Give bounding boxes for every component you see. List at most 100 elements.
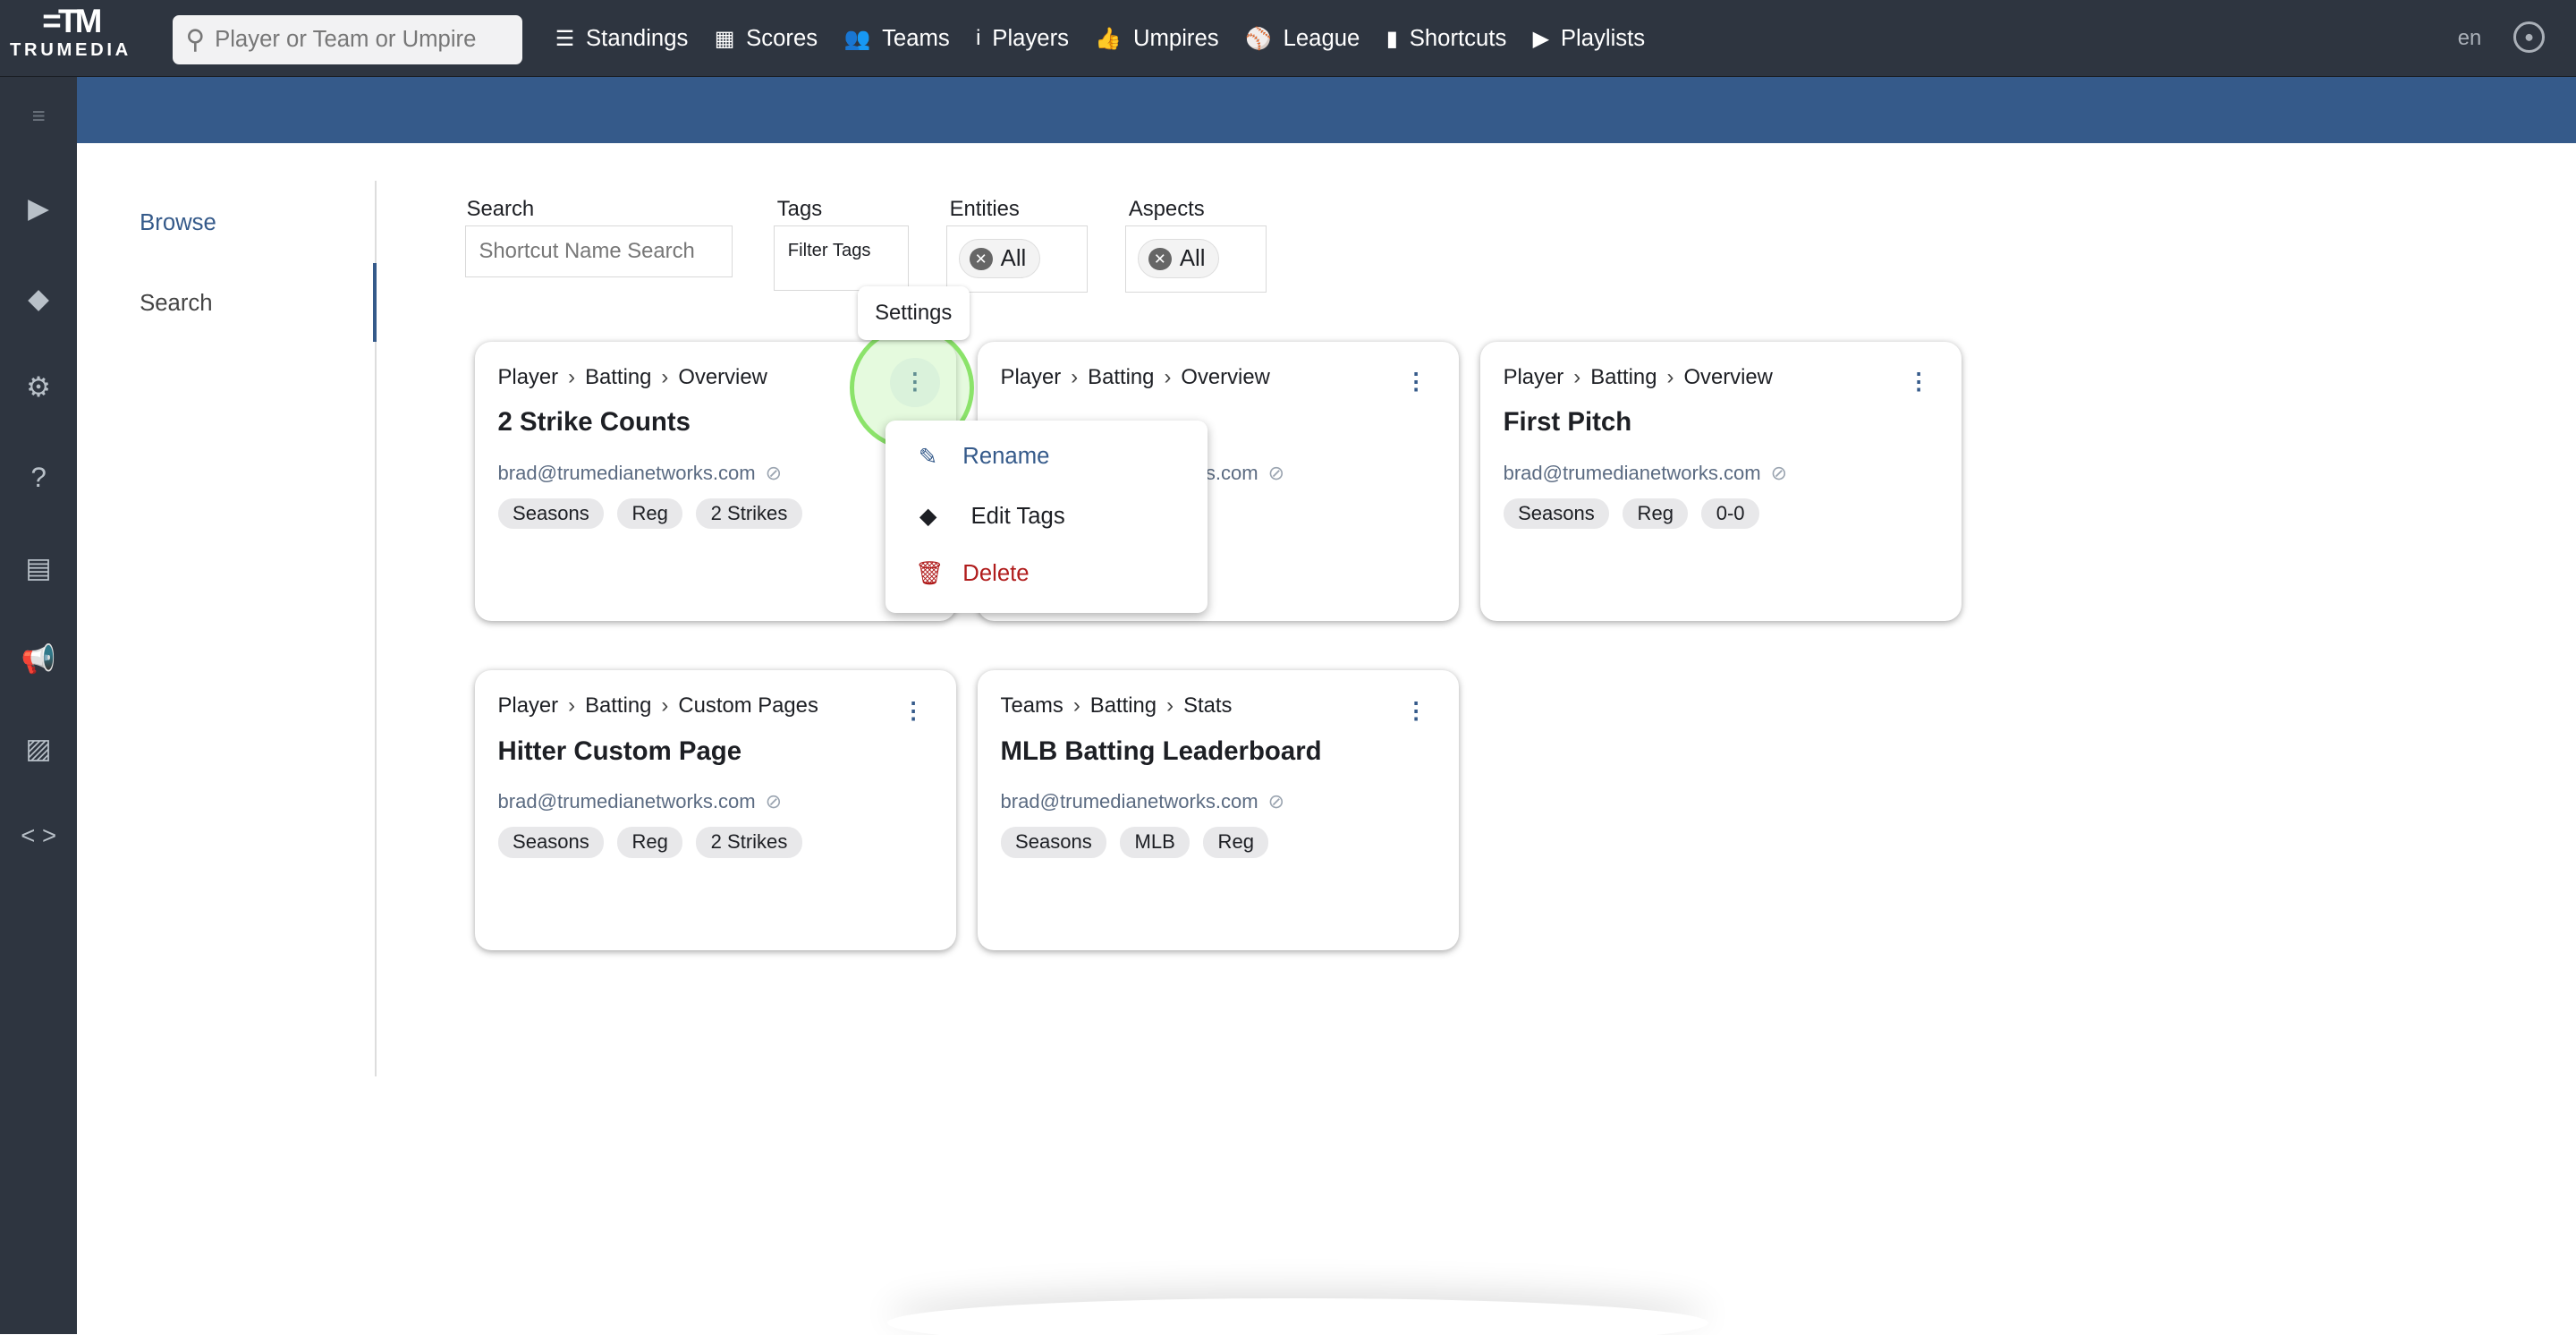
shortcut-card[interactable]: Teams › Batting › Stats ⋮ MLB Batting Leader… xyxy=(977,670,1459,950)
breadcrumb: Player › Batting › Overview xyxy=(498,365,767,390)
nav-standings[interactable]: ☰ Standings xyxy=(555,26,689,52)
settings-tooltip: Settings xyxy=(857,285,970,341)
search-icon: ⚲ xyxy=(185,24,206,55)
more-vert-icon[interactable]: ⋮ xyxy=(901,697,927,727)
clear-icon[interactable]: ✕ xyxy=(969,247,993,271)
nav-scores[interactable]: ▦ Scores xyxy=(715,26,818,52)
tag-chip: Reg xyxy=(1623,497,1689,530)
trumedia-logo[interactable]: =TM TRUMEDIA xyxy=(0,3,141,72)
chevron-right-icon: › xyxy=(1072,693,1080,719)
nav-umpires[interactable]: 👍 Umpires xyxy=(1095,26,1218,52)
eye-off-icon: ⊘ xyxy=(1770,462,1788,485)
eye-off-icon: ⊘ xyxy=(765,790,783,813)
card-owner: brad@trumedianetworks.com ⊘ xyxy=(498,790,783,813)
nav-playlists[interactable]: ▶ Playlists xyxy=(1533,26,1645,52)
aspects-select[interactable]: ✕ All xyxy=(1125,225,1267,293)
breadcrumb-item: Custom Pages xyxy=(678,693,818,719)
video-library-icon[interactable]: ▶ xyxy=(0,192,77,225)
menu-item-edit-tags[interactable]: ◆ Edit Tags xyxy=(915,503,1065,530)
menu-item-delete[interactable]: 🗑 Delete xyxy=(915,560,1030,587)
tag-chip: Seasons xyxy=(497,497,605,530)
top-nav: =TM TRUMEDIA ⚲ Player or Team or Umpire … xyxy=(0,0,2576,78)
tag-chip: 2 Strikes xyxy=(696,826,802,858)
breadcrumb-item: Player xyxy=(497,364,559,389)
shortcut-card[interactable]: Player › Batting › Custom Pages ⋮ Hitter Cus… xyxy=(474,670,956,950)
card-title[interactable]: MLB Batting Leaderboard xyxy=(1001,736,1322,767)
clear-icon[interactable]: ✕ xyxy=(1148,247,1172,271)
tag-chip: Seasons xyxy=(1503,497,1610,530)
card-settings-menu: ✎ Rename ◆ Edit Tags 🗑 Delete xyxy=(885,421,1208,614)
breadcrumb-item: Player xyxy=(1503,364,1564,389)
tag-list: Seasons Reg 2 Strikes xyxy=(497,826,802,858)
table-icon: ☰ xyxy=(555,26,575,51)
filter-icon[interactable]: ≡ xyxy=(0,104,77,130)
subnav-search[interactable]: Search xyxy=(140,291,212,317)
tags-icon[interactable]: ◆ xyxy=(0,283,77,315)
account-icon[interactable]: ● xyxy=(2513,21,2546,53)
chevron-right-icon: › xyxy=(1071,364,1079,389)
tag-chip: MLB xyxy=(1120,826,1191,858)
shortcut-search-input[interactable]: Shortcut Name Search xyxy=(464,225,733,278)
breadcrumb-item: Stats xyxy=(1183,693,1233,719)
baseballs-icon: ⚾ xyxy=(1245,26,1272,51)
owner-email: brad@trumedianetworks.com xyxy=(1000,790,1258,813)
entities-select[interactable]: ✕ All xyxy=(945,225,1088,293)
person-icon: i xyxy=(976,26,981,51)
playlist-icon: ▶ xyxy=(1532,26,1550,51)
card-title[interactable]: Hitter Custom Page xyxy=(498,736,742,767)
nav-label: Scores xyxy=(746,25,818,51)
eye-off-icon: ⊘ xyxy=(765,462,783,485)
more-vert-icon[interactable]: ⋮ xyxy=(1403,368,1429,397)
subnav-browse[interactable]: Browse xyxy=(140,210,216,236)
left-sidebar: ≡ ▶ ◆ ⚙ ? ▤ 📢 ▨ < > xyxy=(0,77,78,1335)
nav-teams[interactable]: 👥 Teams xyxy=(844,26,950,52)
card-title[interactable]: First Pitch xyxy=(1504,407,1632,438)
image-library-icon[interactable]: ▨ xyxy=(0,733,77,765)
breadcrumb-item: Batting xyxy=(585,693,652,719)
header-band xyxy=(77,77,2576,143)
nav-players[interactable]: i Players xyxy=(976,26,1069,52)
entities-chip[interactable]: ✕ All xyxy=(958,239,1040,279)
card-title[interactable]: 2 Strike Counts xyxy=(498,407,691,438)
owner-email: brad@trumedianetworks.com xyxy=(1503,462,1761,485)
more-vert-icon[interactable]: ⋮ xyxy=(1906,368,1932,397)
breadcrumb-item: Batting xyxy=(1590,364,1657,389)
more-vert-icon[interactable]: ⋮ xyxy=(1403,697,1429,727)
active-indicator xyxy=(372,262,377,343)
bottom-shadow xyxy=(887,1298,1708,1335)
breadcrumb: Player › Batting › Overview xyxy=(1001,365,1270,390)
card-owner: brad@trumedianetworks.com ⊘ xyxy=(498,462,783,485)
filter-tags-input[interactable]: Filter Tags xyxy=(774,225,909,292)
shortcut-card[interactable]: Player › Batting › Overview ⋮ First Pitch br… xyxy=(1479,342,1962,622)
gear-icon[interactable]: ⚙ xyxy=(0,371,77,404)
entities-label: Entities xyxy=(949,197,1020,222)
code-icon[interactable]: < > xyxy=(0,821,77,850)
megaphone-icon[interactable]: 📢 xyxy=(0,642,77,676)
tags-label: Tags xyxy=(776,197,823,222)
menu-label: Delete xyxy=(962,560,1030,586)
chevron-right-icon: › xyxy=(1573,364,1581,389)
global-search-input[interactable]: ⚲ Player or Team or Umpire xyxy=(172,14,523,64)
breadcrumb-item: Batting xyxy=(1088,364,1155,389)
language-selector[interactable]: en xyxy=(2458,26,2482,51)
breadcrumb: Teams › Batting › Stats xyxy=(1001,693,1233,719)
nav-label: League xyxy=(1283,25,1360,51)
book-icon[interactable]: ▤ xyxy=(0,552,77,584)
nav-shortcuts[interactable]: ▮ Shortcuts xyxy=(1386,26,1507,52)
chevron-right-icon: › xyxy=(568,364,576,389)
breadcrumb-item: Overview xyxy=(1181,364,1270,389)
nav-label: Players xyxy=(992,25,1070,51)
aspects-label: Aspects xyxy=(1128,197,1205,222)
tags-icon: ◆ xyxy=(919,504,937,530)
menu-item-rename[interactable]: ✎ Rename xyxy=(915,444,1050,471)
trash-icon: 🗑 xyxy=(915,561,945,587)
menu-label: Edit Tags xyxy=(970,503,1065,529)
chevron-right-icon: › xyxy=(661,693,669,719)
aspects-chip[interactable]: ✕ All xyxy=(1137,239,1220,279)
breadcrumb-item: Overview xyxy=(678,364,767,389)
breadcrumb-item: Player xyxy=(1000,364,1062,389)
search-label: Search xyxy=(466,197,535,222)
tag-list: Seasons MLB Reg xyxy=(1000,826,1269,858)
help-icon[interactable]: ? xyxy=(0,462,77,494)
nav-league[interactable]: ⚾ League xyxy=(1245,26,1360,52)
